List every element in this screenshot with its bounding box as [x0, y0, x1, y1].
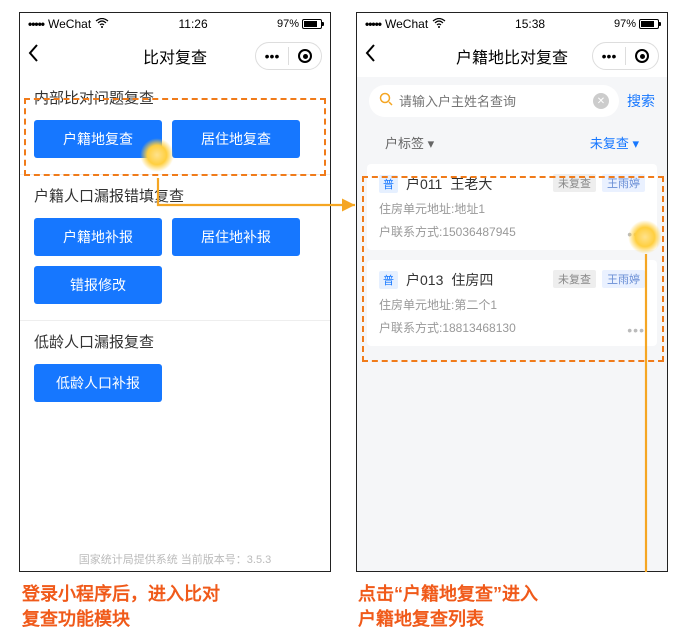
section-3: 低龄人口漏报复查 低龄人口补报 [20, 321, 330, 418]
carrier-label: WeChat [385, 17, 428, 31]
caption-right: 点击“户籍地复查”进入 户籍地复查列表 [358, 582, 538, 632]
juzhu-review-button[interactable]: 居住地复查 [172, 120, 300, 158]
section-title: 内部比对问题复查 [34, 87, 316, 108]
household-card[interactable]: 普 户013 住房四 未复查 王雨婷 住房单元地址:第二个1 户联系方式:188… [367, 260, 657, 346]
target-icon [635, 49, 649, 63]
filter-status-dropdown[interactable]: 未复查 ▾ [590, 133, 639, 152]
phone-right: ••••• WeChat 15:38 97% 户籍地比对复查 ••• [356, 12, 668, 572]
search-row: ✕ 搜索 [357, 77, 667, 125]
page-title: 户籍地比对复查 [456, 44, 568, 68]
phone-line: 户联系方式:15036487945 [379, 223, 645, 240]
type-badge: 普 [379, 175, 398, 193]
section-1: 内部比对问题复查 户籍地复查 居住地复查 [20, 77, 330, 175]
clock-label: 11:26 [178, 17, 207, 31]
household-code: 户011 [406, 174, 442, 194]
battery-icon [639, 19, 659, 29]
owner-badge: 王雨婷 [602, 174, 645, 192]
back-icon[interactable] [28, 43, 40, 69]
section-title: 户籍人口漏报错填复查 [34, 185, 316, 206]
search-icon [379, 92, 393, 111]
back-icon[interactable] [365, 43, 377, 69]
address-line: 住房单元地址:地址1 [379, 200, 645, 217]
status-bar: ••••• WeChat 11:26 97% [20, 13, 330, 35]
filter-tag-dropdown[interactable]: 户标签 ▾ [385, 133, 434, 152]
household-code: 户013 [406, 270, 443, 290]
nav-bar: 户籍地比对复查 ••• [357, 35, 667, 77]
wifi-icon [95, 17, 109, 31]
huji-supplement-button[interactable]: 户籍地补报 [34, 218, 162, 256]
capsule-close-button[interactable] [626, 43, 658, 69]
capsule-close-button[interactable] [289, 43, 321, 69]
search-input[interactable] [399, 94, 587, 109]
more-icon[interactable]: ••• [627, 322, 645, 338]
household-name: 王老大 [450, 174, 492, 194]
household-name: 住房四 [451, 270, 493, 290]
juzhu-supplement-button[interactable]: 居住地补报 [172, 218, 300, 256]
signal-dots-icon: ••••• [365, 17, 381, 31]
filter-row: 户标签 ▾ 未复查 ▾ [357, 125, 667, 164]
signal-dots-icon: ••••• [28, 17, 44, 31]
search-box[interactable]: ✕ [369, 85, 619, 117]
more-icon[interactable]: ••• [627, 226, 645, 242]
caption-left: 登录小程序后，进入比对 复查功能模块 [22, 582, 220, 632]
type-badge: 普 [379, 271, 398, 289]
capsule-menu-button[interactable]: ••• [593, 43, 625, 69]
chevron-down-icon: ▾ [428, 136, 435, 151]
carrier-label: WeChat [48, 17, 91, 31]
clear-icon[interactable]: ✕ [593, 93, 609, 109]
owner-badge: 王雨婷 [602, 270, 645, 288]
clock-label: 15:38 [515, 17, 545, 31]
status-badge: 未复查 [553, 270, 596, 288]
page-title: 比对复查 [143, 44, 207, 68]
search-button[interactable]: 搜索 [627, 91, 655, 111]
section-2: 户籍人口漏报错填复查 户籍地补报 居住地补报 错报修改 [20, 175, 330, 321]
status-bar: ••••• WeChat 15:38 97% [357, 13, 667, 35]
address-line: 住房单元地址:第二个1 [379, 296, 645, 313]
mini-program-capsule: ••• [592, 42, 659, 70]
nav-bar: 比对复查 ••• [20, 35, 330, 77]
wifi-icon [432, 17, 446, 31]
battery-label: 97% [614, 18, 636, 30]
chevron-down-icon: ▾ [632, 136, 639, 151]
capsule-menu-button[interactable]: ••• [256, 43, 288, 69]
huji-review-button[interactable]: 户籍地复查 [34, 120, 162, 158]
status-badge: 未复查 [553, 174, 596, 192]
battery-icon [302, 19, 322, 29]
section-title: 低龄人口漏报复查 [34, 331, 316, 352]
lowage-supplement-button[interactable]: 低龄人口补报 [34, 364, 162, 402]
household-card[interactable]: 普 户011 王老大 未复查 王雨婷 住房单元地址:地址1 户联系方式:1503… [367, 164, 657, 250]
phone-left: ••••• WeChat 11:26 97% 比对复查 ••• 内部比对问题复查… [19, 12, 331, 572]
target-icon [298, 49, 312, 63]
battery-label: 97% [277, 18, 299, 30]
phone-line: 户联系方式:18813468130 [379, 319, 645, 336]
mini-program-capsule: ••• [255, 42, 322, 70]
footer-version: 国家统计局提供系统 当前版本号：3.5.3 [20, 551, 330, 567]
error-fix-button[interactable]: 错报修改 [34, 266, 162, 304]
